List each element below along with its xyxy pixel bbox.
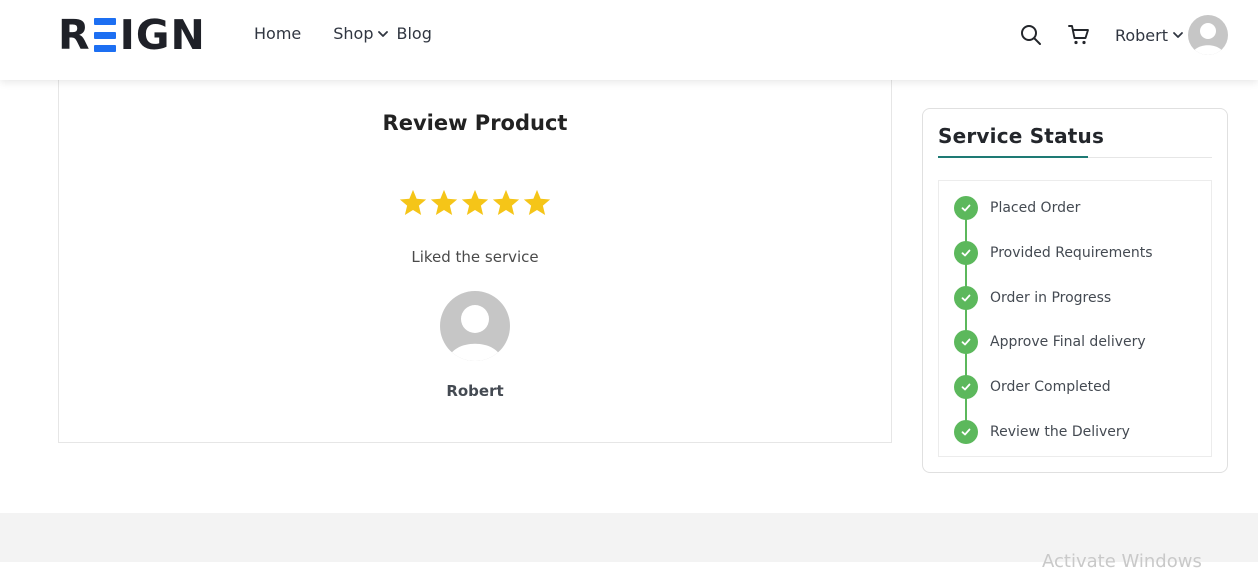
chevron-down-icon: [1173, 32, 1183, 38]
title-divider: [938, 156, 1212, 158]
logo-letter-r: R: [58, 11, 91, 59]
review-card: Review Product Liked the service Robert: [58, 60, 892, 443]
nav-home[interactable]: Home: [254, 24, 301, 43]
check-icon: [954, 330, 978, 354]
nav-home-label: Home: [254, 24, 302, 43]
site-footer: Activate Windows: [0, 513, 1258, 572]
nav-blog-label: Blog: [396, 24, 432, 43]
star-rating: [59, 188, 891, 218]
nav-blog[interactable]: Blog: [397, 24, 432, 43]
user-name: Robert: [1114, 25, 1168, 45]
check-icon: [954, 196, 978, 220]
nav-shop[interactable]: Shop: [333, 24, 388, 43]
status-step-label: Order Completed: [990, 379, 1111, 395]
status-step-label: Review the Delivery: [990, 424, 1130, 440]
site-header: R IGN Home Shop Blog Robert: [0, 0, 1258, 80]
status-step: Placed Order: [954, 196, 1080, 220]
search-icon[interactable]: [1019, 23, 1043, 47]
star-icon: [461, 189, 489, 215]
status-step: Approve Final delivery: [954, 330, 1146, 354]
service-status-title: Service Status: [938, 124, 1105, 148]
star-icon: [523, 189, 551, 215]
chevron-down-icon: [377, 30, 388, 37]
check-icon: [954, 286, 978, 310]
status-step-label: Approve Final delivery: [990, 334, 1146, 350]
nav-shop-label: Shop: [333, 24, 374, 43]
star-icon: [492, 189, 520, 215]
user-avatar[interactable]: [1188, 15, 1228, 55]
star-icon: [399, 189, 427, 215]
reign-logo[interactable]: R IGN: [58, 11, 206, 59]
check-icon: [954, 420, 978, 444]
review-title: Review Product: [382, 111, 568, 135]
cart-icon[interactable]: [1067, 23, 1091, 47]
user-menu[interactable]: Robert: [1115, 26, 1188, 45]
status-steps: Placed Order Provided Requirements Order i…: [938, 180, 1212, 457]
check-icon: [954, 375, 978, 399]
service-status-card: Service Status Placed Order Provided Requ…: [922, 108, 1228, 473]
user-silhouette-icon: [1192, 23, 1224, 55]
reviewer-avatar: [440, 291, 510, 361]
logo-letters-ign: IGN: [119, 11, 206, 59]
status-step: Order in Progress: [954, 286, 1111, 310]
status-step-label: Order in Progress: [990, 290, 1112, 306]
status-step-label: Placed Order: [990, 200, 1081, 216]
check-icon: [954, 241, 978, 265]
status-step: Order Completed: [954, 375, 1111, 399]
star-icon: [430, 189, 458, 215]
header-actions: Robert: [1019, 14, 1228, 56]
main-nav: Home Shop Blog: [254, 24, 464, 43]
review-comment: Liked the service: [411, 248, 539, 266]
status-step-label: Provided Requirements: [990, 245, 1153, 261]
user-silhouette-icon: [448, 305, 502, 361]
status-step: Provided Requirements: [954, 241, 1153, 265]
reviewer-name: Robert: [446, 382, 504, 400]
logo-e-mark: [93, 18, 116, 52]
status-step: Review the Delivery: [954, 420, 1130, 444]
